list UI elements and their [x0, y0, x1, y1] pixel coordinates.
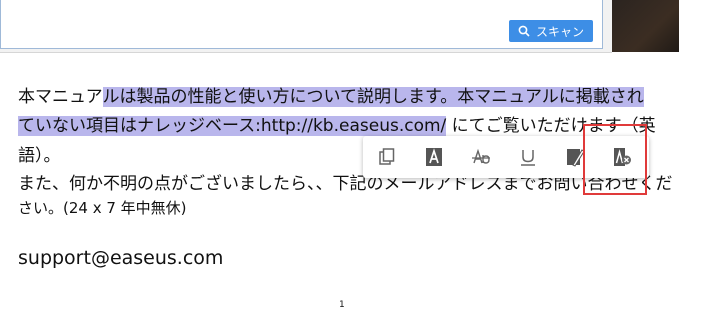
- text-line-5: さい。(24 x 7 年中無休): [18, 195, 187, 221]
- support-email: support@easeus.com: [18, 247, 224, 269]
- scan-button[interactable]: スキャン: [509, 20, 593, 42]
- underline-icon: [520, 150, 535, 166]
- text-plain: 本マニュア: [18, 87, 103, 107]
- copy-icon: [378, 148, 394, 165]
- scan-button-label: スキャン: [535, 24, 584, 39]
- strikethrough-button[interactable]: [457, 136, 504, 178]
- copy-button[interactable]: [363, 136, 410, 178]
- text-line-1: 本マニュアルは製品の性能と使い方について説明します。本マニュアルに掲載され: [18, 84, 644, 110]
- highlight-text-icon: [425, 148, 442, 166]
- selection-outline: [583, 124, 647, 195]
- selected-text[interactable]: ルは製品の性能と使い方について説明します。本マニュアルに掲載され: [102, 87, 644, 107]
- highlight-text-button[interactable]: [410, 136, 457, 178]
- embedded-window: スキャン: [0, 0, 612, 53]
- background-image-corner: [612, 0, 679, 52]
- strikethrough-icon: [471, 148, 490, 164]
- text-line-3: 語）。: [18, 143, 61, 169]
- text-plain: さい。(24 x 7 年中無休): [18, 199, 187, 217]
- underline-button[interactable]: [504, 136, 551, 178]
- page-number: 1: [339, 300, 345, 310]
- search-icon: [518, 25, 530, 37]
- selected-text[interactable]: ていない項目はナレッジベース:http://kb.easeus.com/: [18, 116, 447, 136]
- text-plain: 語）。: [18, 146, 61, 166]
- window-content-area: スキャン: [0, 0, 603, 49]
- highlighter-pen-icon: [566, 149, 585, 167]
